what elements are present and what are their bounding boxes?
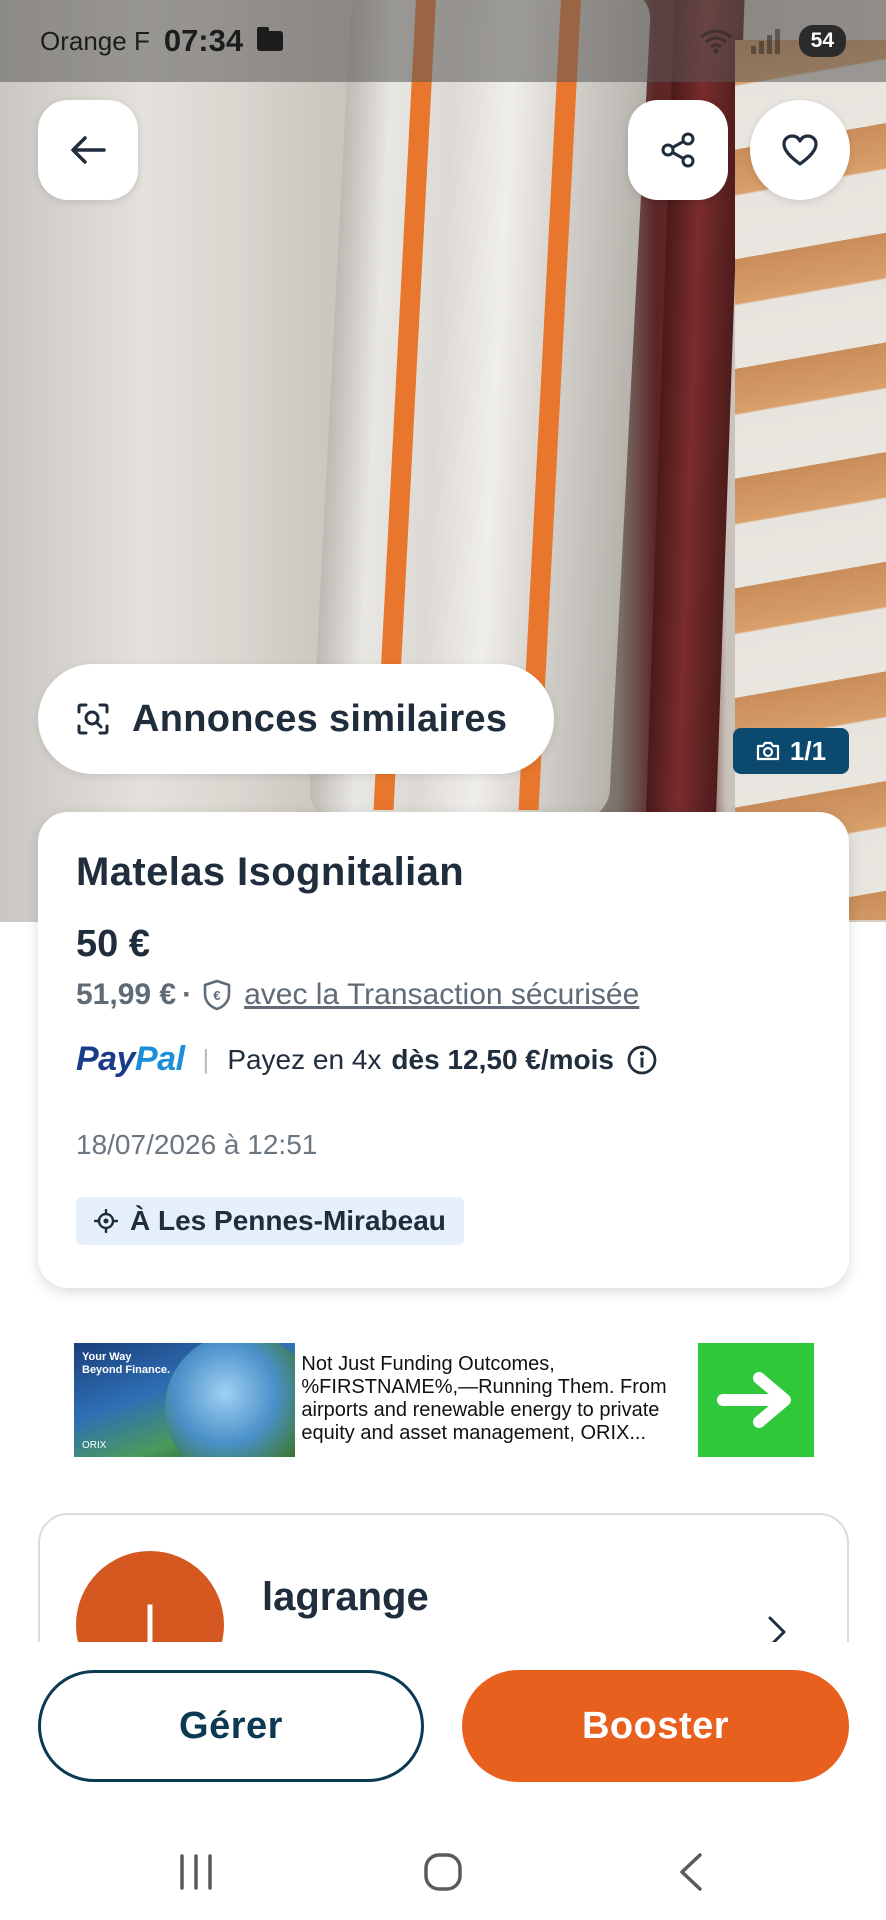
- home-button[interactable]: [413, 1842, 473, 1902]
- location-target-icon: [94, 1209, 118, 1233]
- status-icons: 54: [699, 25, 846, 57]
- photo-counter-badge: 1/1: [733, 728, 849, 774]
- signal-icon: [750, 29, 780, 54]
- paypal-installment-amount: dès 12,50 €/mois: [391, 1043, 614, 1075]
- paypal-logo-pay: Pay: [76, 1040, 136, 1078]
- boost-button[interactable]: Booster: [462, 1670, 849, 1782]
- paypal-divider: |: [202, 1044, 210, 1074]
- arrow-left-icon: [71, 136, 106, 164]
- ad-image-headline: Your Way Beyond Finance.: [82, 1351, 171, 1376]
- secure-price-row[interactable]: 51,99 € · € avec la Transaction sécurisé…: [76, 978, 811, 1012]
- favorite-button[interactable]: [750, 100, 850, 200]
- paypal-logo: PayPal: [76, 1040, 185, 1079]
- folder-icon: [257, 27, 284, 51]
- bottom-action-bar: Gérer Booster: [0, 1642, 886, 1822]
- ad-image-brand: ORIX: [82, 1440, 107, 1451]
- recent-apps-icon: [180, 1854, 212, 1890]
- sponsored-ad[interactable]: Your Way Beyond Finance. ORIX Not Just F…: [74, 1343, 814, 1457]
- share-button[interactable]: [628, 100, 728, 200]
- paypal-installment-row[interactable]: PayPal | Payez en 4x dès 12,50 €/mois: [76, 1040, 811, 1079]
- similar-ads-button[interactable]: Annonces similaires: [38, 664, 554, 774]
- carrier-name: Orange F: [40, 25, 150, 56]
- ad-text: Not Just Funding Outcomes, %FIRSTNAME%,—…: [301, 1353, 667, 1444]
- listing-location[interactable]: À Les Pennes-Mirabeau: [76, 1197, 464, 1245]
- photo-counter-text: 1/1: [789, 735, 827, 766]
- system-navigation-bar: [0, 1822, 886, 1920]
- location-text: À Les Pennes-Mirabeau: [130, 1205, 446, 1236]
- ad-image-landscape: [165, 1343, 296, 1457]
- price-separator-dot: ·: [182, 978, 193, 1011]
- system-back-button[interactable]: [660, 1842, 720, 1902]
- info-icon[interactable]: [626, 1044, 658, 1076]
- paypal-logo-pal: Pal: [135, 1040, 185, 1078]
- shield-euro-icon: €: [203, 979, 231, 1011]
- heart-icon: [782, 134, 818, 166]
- visual-search-icon: [77, 703, 109, 735]
- recent-apps-button[interactable]: [166, 1842, 226, 1902]
- ad-image: Your Way Beyond Finance. ORIX: [74, 1343, 296, 1457]
- paypal-installment-prefix: Payez en 4x: [227, 1043, 382, 1075]
- back-button[interactable]: [38, 100, 138, 200]
- home-icon: [424, 1853, 462, 1891]
- listing-date: 18/07/2026 à 12:51: [76, 1129, 318, 1160]
- manage-button[interactable]: Gérer: [38, 1670, 424, 1782]
- status-time: 07:34: [163, 23, 244, 58]
- seller-name: lagrange: [262, 1575, 429, 1619]
- share-icon: [661, 132, 695, 168]
- listing-title: Matelas Isognitalian: [76, 850, 465, 894]
- wifi-icon: [699, 29, 732, 54]
- listing-info-card: Matelas Isognitalian 50 € 51,99 € · € av…: [38, 812, 849, 1288]
- arrow-right-icon: [717, 1372, 792, 1428]
- listing-price: 50 €: [76, 923, 150, 965]
- secure-transaction-link[interactable]: avec la Transaction sécurisée: [244, 978, 639, 1012]
- price-with-protection: 51,99 €: [76, 978, 177, 1011]
- battery-indicator: 54: [798, 25, 846, 57]
- status-bar: Orange F 07:34 54: [0, 0, 886, 82]
- camera-icon: [756, 741, 780, 761]
- ad-cta-button[interactable]: [698, 1343, 814, 1457]
- chevron-left-icon: [680, 1853, 702, 1891]
- svg-text:€: €: [213, 988, 220, 1003]
- similar-ads-label: Annonces similaires: [132, 697, 508, 740]
